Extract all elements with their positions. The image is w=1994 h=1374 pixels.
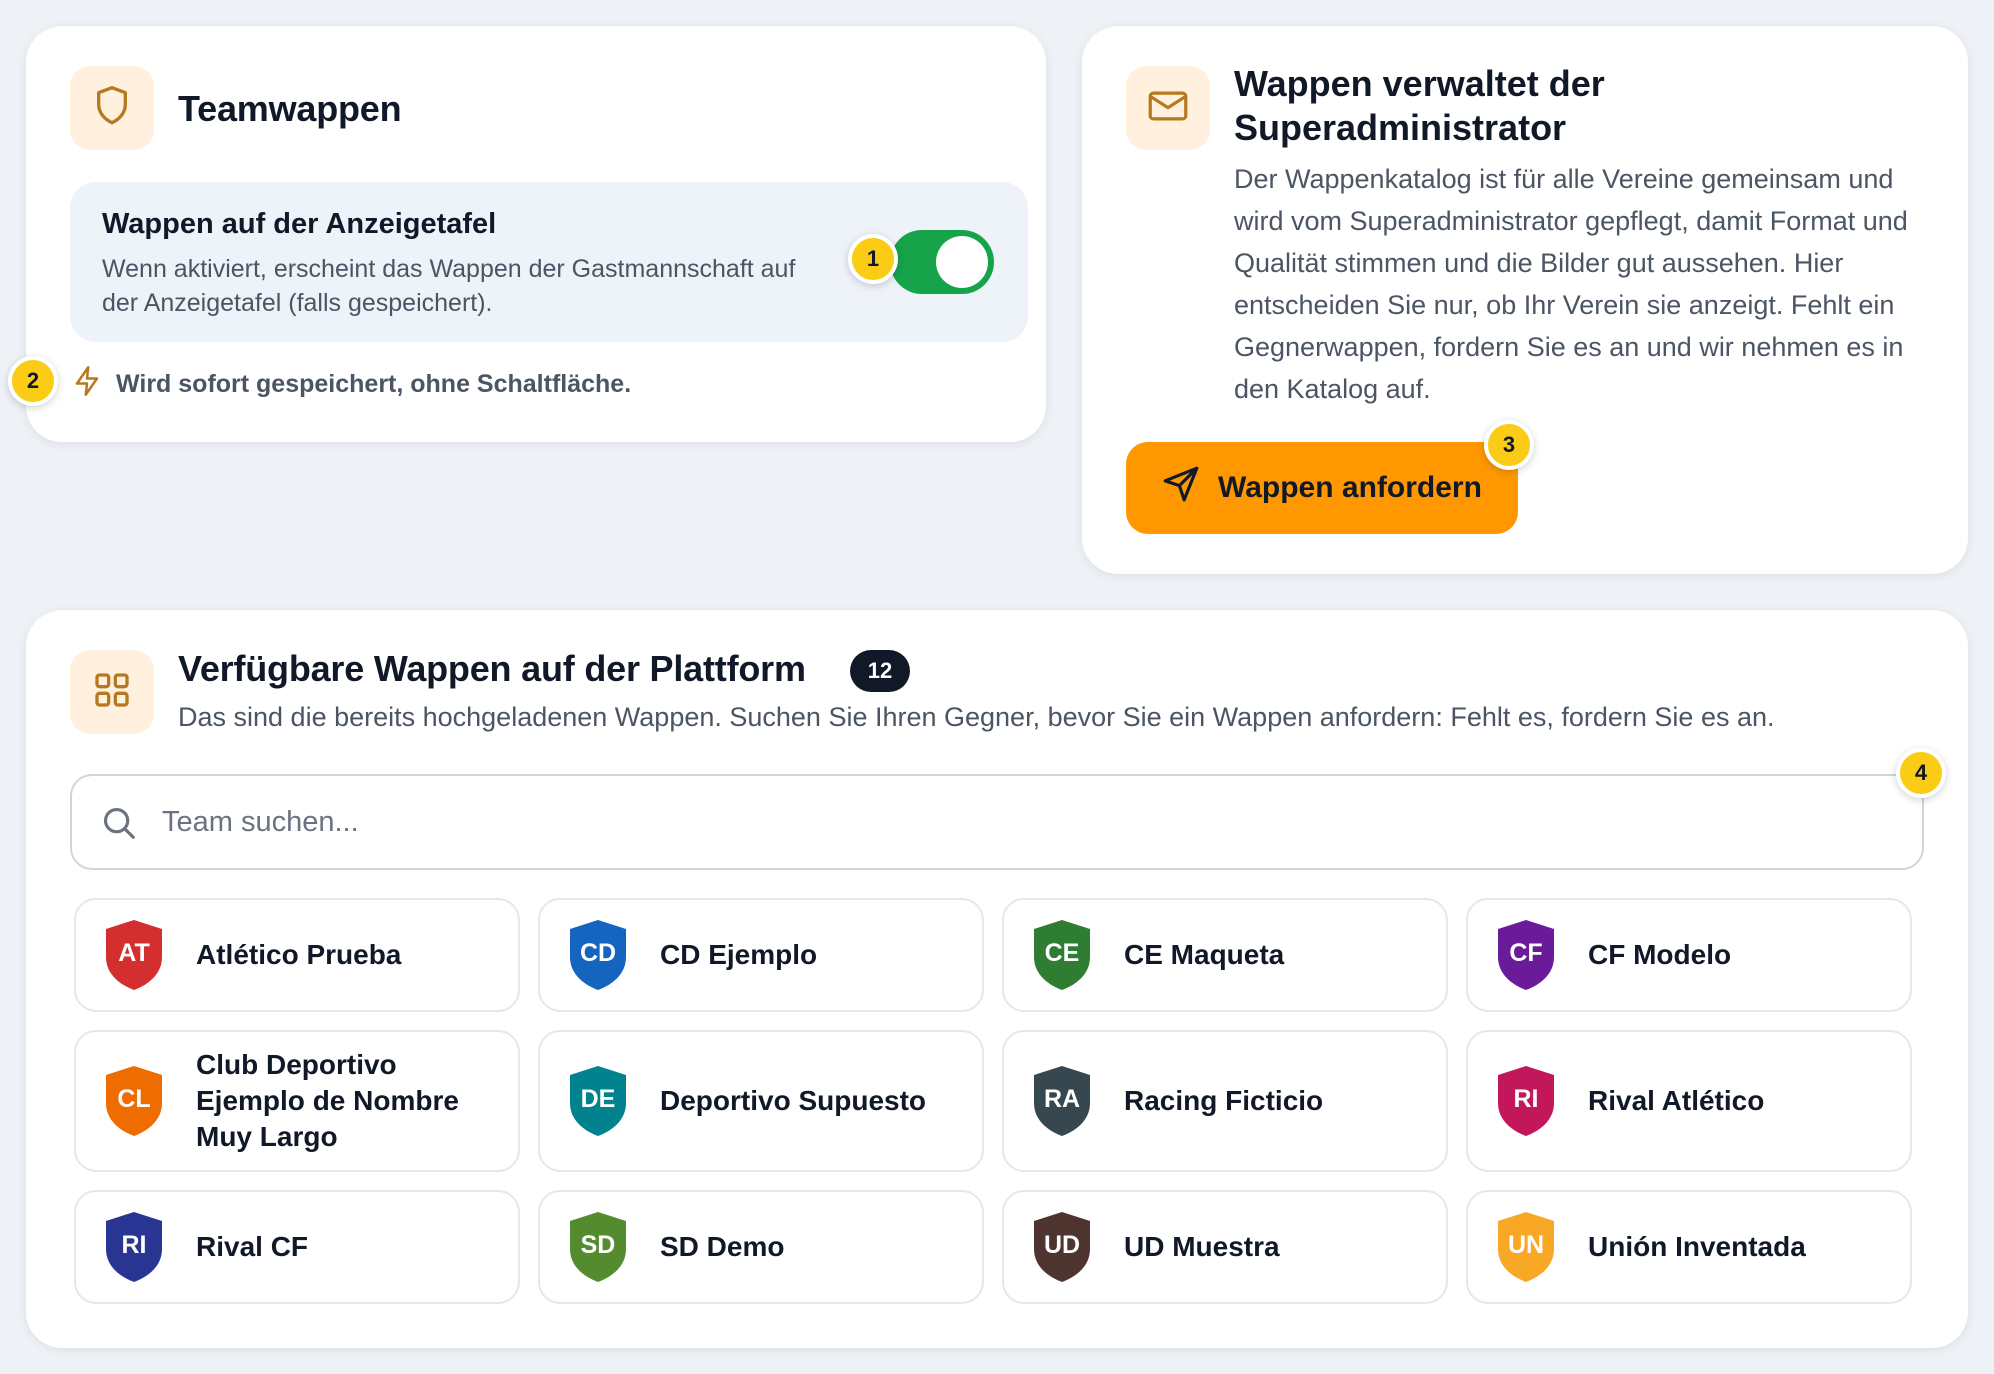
team-crest-abbreviation: CD: [579, 938, 617, 967]
team-crest-shield-icon: CE: [1030, 917, 1094, 993]
team-crest-shield-icon: UN: [1494, 1209, 1558, 1285]
team-name: Rival Atlético: [1588, 1085, 1765, 1116]
team-crest-abbreviation: UD: [1043, 1230, 1081, 1259]
crests-card: Teamwappen Wappen auf der Anzeigetafel W…: [26, 26, 1046, 442]
team-crest-card[interactable]: UD UD Muestra: [1002, 1190, 1448, 1304]
team-crest-card[interactable]: CF CF Modelo: [1466, 898, 1912, 1012]
team-crest-grid: AT Atlético Prueba CD CD Ejemplo CE CE Maquet…: [74, 898, 1920, 1304]
team-name: CF Modelo: [1588, 939, 1732, 970]
team-crest-abbreviation: UN: [1507, 1230, 1545, 1259]
team-crest-abbreviation: CL: [117, 1084, 151, 1113]
team-name: Atlético Prueba: [196, 939, 402, 970]
auto-save-hint-text: Wird sofort gespeichert, ohne Schaltfläc…: [116, 370, 632, 398]
setting-title: Wappen auf der Anzeigetafel: [102, 208, 497, 240]
team-crest-shield-icon: RA: [1030, 1063, 1094, 1139]
team-name: Club Deportivo Ejemplo de Nombre Muy Lar…: [196, 1049, 459, 1152]
available-card-subtitle: Das sind die bereits hochgeladenen Wappe…: [178, 702, 1775, 732]
lightning-icon: [72, 364, 102, 405]
shield-icon: [92, 84, 132, 133]
available-card-title: Verfügbare Wappen auf der Plattform: [178, 648, 806, 689]
team-crest-abbreviation: SD: [580, 1230, 616, 1259]
setting-description: Wenn aktiviert, erscheint das Wappen der…: [102, 252, 802, 320]
request-crest-button-label: Wappen anfordern: [1218, 471, 1482, 504]
team-crest-shield-icon: AT: [102, 917, 166, 993]
scoreboard-crest-setting: Wappen auf der Anzeigetafel Wenn aktivie…: [70, 182, 1028, 342]
team-crest-card[interactable]: UN Unión Inventada: [1466, 1190, 1912, 1304]
team-crest-shield-icon: CD: [566, 917, 630, 993]
team-crest-abbreviation: DE: [580, 1084, 616, 1113]
team-name: Unión Inventada: [1588, 1231, 1806, 1262]
team-crest-abbreviation: RA: [1043, 1084, 1081, 1113]
team-crest-card[interactable]: DE Deportivo Supuesto: [538, 1030, 984, 1172]
team-name: CD Ejemplo: [660, 939, 818, 970]
team-name: Rival CF: [196, 1231, 309, 1262]
team-crest-shield-icon: DE: [566, 1063, 630, 1139]
superadmin-info-card: Wappen verwaltet der Superadministrator …: [1082, 26, 1968, 574]
team-crest-shield-icon: SD: [566, 1209, 630, 1285]
crests-card-icon-tile: [70, 66, 154, 150]
team-crest-abbreviation: CE: [1044, 938, 1080, 967]
team-crest-card[interactable]: CE CE Maqueta: [1002, 898, 1448, 1012]
auto-save-hint: Wird sofort gespeichert, ohne Schaltfläc…: [72, 364, 631, 405]
annotation-badge-4: 4: [1896, 748, 1946, 798]
team-crest-abbreviation: CF: [1509, 938, 1543, 967]
team-crest-card[interactable]: AT Atlético Prueba: [74, 898, 520, 1012]
team-name: UD Muestra: [1124, 1231, 1280, 1262]
search-icon: [100, 804, 138, 847]
scoreboard-crest-toggle[interactable]: [890, 230, 994, 294]
team-crest-abbreviation: RI: [121, 1230, 147, 1259]
request-crest-button[interactable]: Wappen anfordern: [1126, 442, 1518, 534]
team-name: SD Demo: [660, 1231, 785, 1262]
team-crest-abbreviation: RI: [1513, 1084, 1539, 1113]
crests-card-title: Teamwappen: [178, 88, 402, 129]
mail-icon: [1147, 88, 1189, 129]
team-search-input[interactable]: [162, 794, 1862, 850]
annotation-badge-3: 3: [1484, 420, 1534, 470]
team-crest-card[interactable]: RI Rival Atlético: [1466, 1030, 1912, 1172]
available-crests-card: Verfügbare Wappen auf der Plattform 12 D…: [26, 610, 1968, 1348]
admin-card-title: Wappen verwaltet der Superadministrator: [1234, 63, 1605, 148]
annotation-badge-2: 2: [8, 356, 58, 406]
send-icon: [1162, 465, 1200, 511]
setting-description-text: Wenn aktiviert, erscheint das Wappen der…: [102, 255, 796, 317]
team-search-box: [70, 774, 1924, 870]
annotation-badge-1: 1: [848, 234, 898, 284]
team-crest-card[interactable]: RI Rival CF: [74, 1190, 520, 1304]
team-name: Deportivo Supuesto: [660, 1085, 927, 1116]
team-crest-shield-icon: UD: [1030, 1209, 1094, 1285]
team-crest-shield-icon: RI: [1494, 1063, 1558, 1139]
team-crest-shield-icon: CF: [1494, 917, 1558, 993]
toggle-knob: [936, 236, 988, 288]
team-crest-card[interactable]: CL Club Deportivo Ejemplo de Nombre Muy L…: [74, 1030, 520, 1172]
available-card-icon-tile: [70, 650, 154, 734]
team-crest-shield-icon: CL: [102, 1063, 166, 1139]
team-crest-card[interactable]: SD SD Demo: [538, 1190, 984, 1304]
team-crest-card[interactable]: RA Racing Ficticio: [1002, 1030, 1448, 1172]
crest-count-badge: 12: [850, 650, 910, 692]
team-name: CE Maqueta: [1124, 939, 1285, 970]
team-crest-shield-icon: RI: [102, 1209, 166, 1285]
admin-card-text: Der Wappenkatalog ist für alle Vereine g…: [1234, 164, 1908, 404]
team-crest-abbreviation: AT: [118, 938, 150, 967]
team-name: Racing Ficticio: [1124, 1085, 1324, 1116]
grid-icon: [92, 670, 132, 715]
team-crest-card[interactable]: CD CD Ejemplo: [538, 898, 984, 1012]
admin-card-icon-tile: [1126, 66, 1210, 150]
